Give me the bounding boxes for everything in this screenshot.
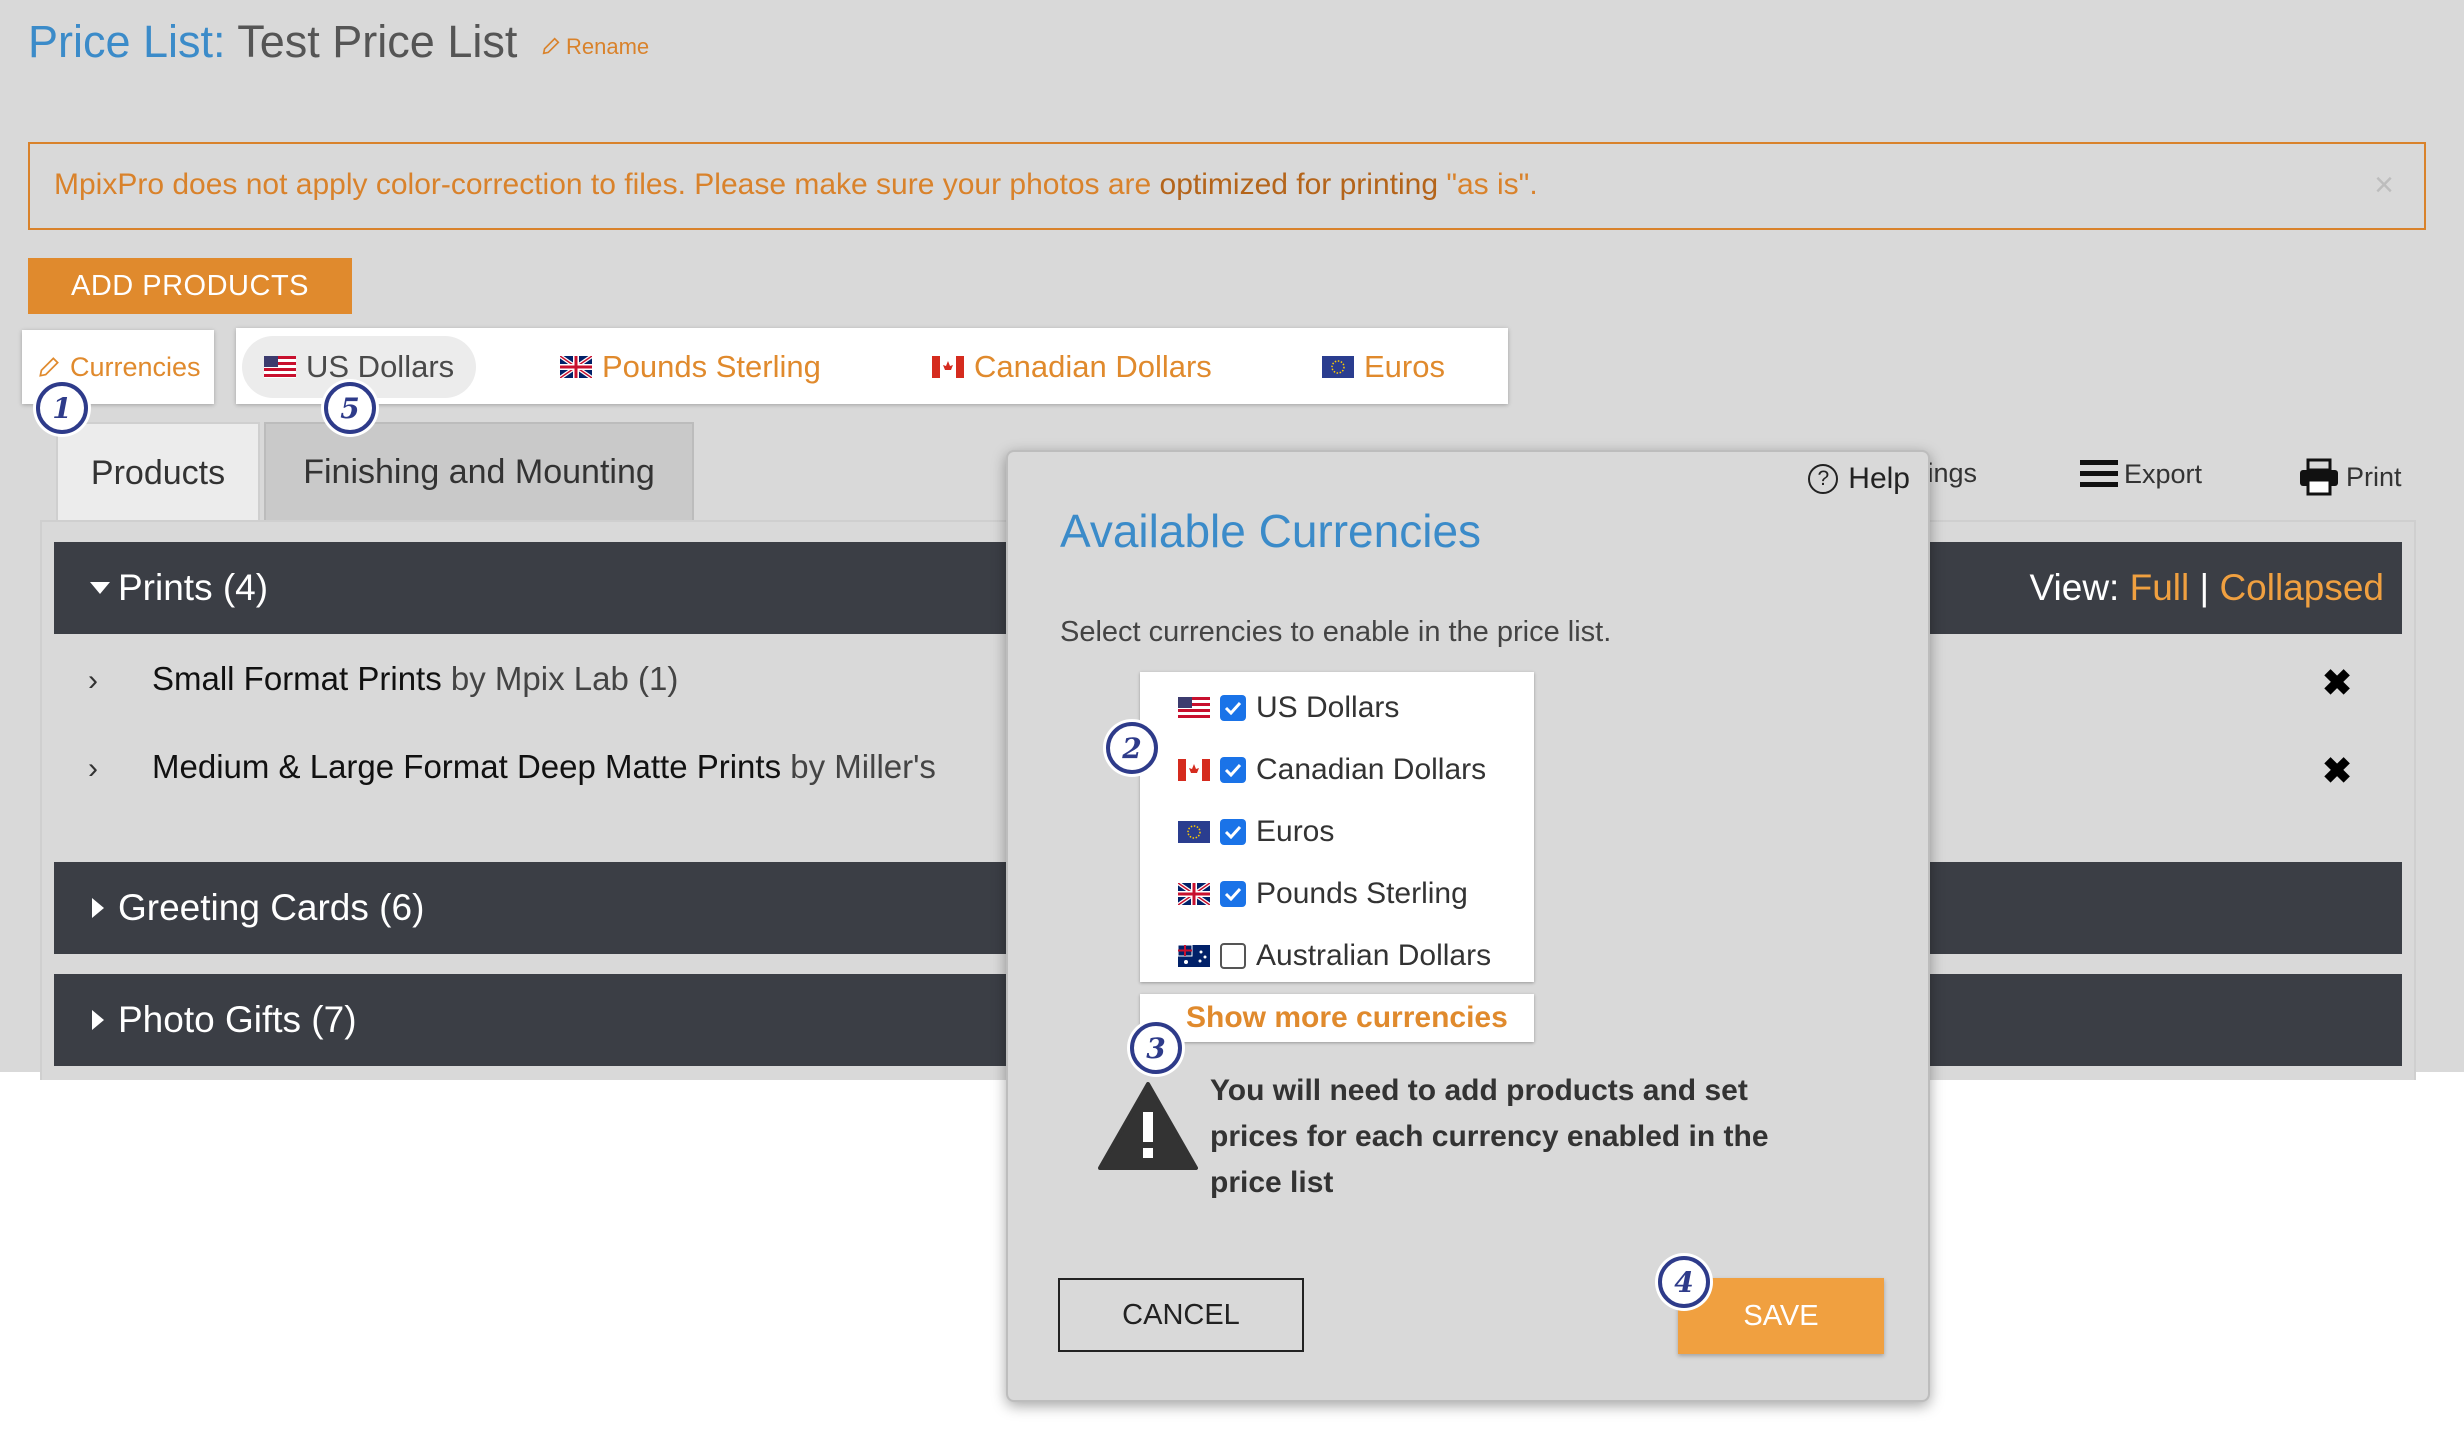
tab-products[interactable]: Products xyxy=(56,422,260,522)
checkbox-checked[interactable] xyxy=(1220,881,1246,907)
title-label: Price List: xyxy=(28,16,226,67)
view-full-link[interactable]: Full xyxy=(2130,567,2190,609)
question-circle-icon: ? xyxy=(1808,464,1839,494)
currency-tab-canadian-dollars[interactable]: Canadian Dollars xyxy=(932,336,1212,398)
help-link[interactable]: ? Help xyxy=(1808,462,1910,496)
us-flag-icon xyxy=(264,356,296,378)
pencil-icon xyxy=(542,37,560,55)
help-label: Help xyxy=(1848,462,1910,495)
ca-flag-icon xyxy=(1178,759,1210,781)
rename-link[interactable]: Rename xyxy=(540,34,649,60)
notice-text-end: "as is". xyxy=(1438,168,1538,201)
category-label: Photo Gifts (7) xyxy=(118,999,357,1040)
checkbox-unchecked[interactable] xyxy=(1220,943,1246,969)
caret-down-icon xyxy=(90,582,110,594)
currency-option-label: Pounds Sterling xyxy=(1256,877,1468,910)
currency-tabs-bar: US Dollars Pounds Sterling Canadian Doll… xyxy=(236,328,1508,404)
available-currencies-dialog: ? Help Available Currencies Select curre… xyxy=(1006,450,1930,1402)
optimized-for-printing-link[interactable]: optimized for printing xyxy=(1160,168,1438,201)
tab-finishing-and-mounting[interactable]: Finishing and Mounting xyxy=(264,422,694,522)
view-toggle: View: Full | Collapsed xyxy=(2030,542,2384,634)
category-label: Greeting Cards (6) xyxy=(118,887,425,928)
step-badge: 4 xyxy=(1658,1256,1710,1308)
us-flag-icon xyxy=(1178,697,1210,719)
currency-tab-label: Canadian Dollars xyxy=(974,349,1212,384)
product-name: Small Format Prints xyxy=(152,660,442,697)
rename-label: Rename xyxy=(566,34,650,59)
warning-icon xyxy=(1098,1082,1198,1170)
currency-option-label: US Dollars xyxy=(1256,691,1400,724)
caret-right-icon xyxy=(92,898,104,918)
view-label: View: xyxy=(2029,567,2120,608)
dialog-subtitle: Select currencies to enable in the price… xyxy=(1060,616,1612,648)
eu-flag-icon xyxy=(1322,356,1354,378)
view-separator: | xyxy=(2199,567,2210,608)
checkbox-checked[interactable] xyxy=(1220,819,1246,845)
caret-right-icon xyxy=(92,1010,104,1030)
price-list-name: Test Price List xyxy=(237,16,518,67)
currency-tab-label: Euros xyxy=(1364,349,1445,384)
cancel-button[interactable]: CANCEL xyxy=(1058,1278,1304,1352)
remove-icon[interactable]: ✖ xyxy=(2322,750,2352,792)
pencil-icon xyxy=(39,357,59,377)
step-badge: 2 xyxy=(1106,722,1158,774)
currency-option-pounds-sterling[interactable]: Pounds Sterling xyxy=(1178,874,1468,914)
notice-text-start: MpixPro does not apply color-correction … xyxy=(54,168,1160,201)
show-more-currencies-link[interactable]: Show more currencies xyxy=(1140,994,1534,1042)
currency-option-label: Canadian Dollars xyxy=(1256,753,1487,786)
product-row[interactable]: › Medium & Large Format Deep Matte Prints… xyxy=(88,748,936,786)
currency-option-australian-dollars[interactable]: Australian Dollars xyxy=(1178,936,1491,976)
print-button[interactable]: Print xyxy=(2298,458,2402,496)
currency-tab-euros[interactable]: Euros xyxy=(1322,336,1445,398)
product-vendor: by Miller's xyxy=(790,748,936,785)
category-label: Prints (4) xyxy=(118,567,269,608)
chevron-right-icon: › xyxy=(88,752,98,785)
eu-flag-icon xyxy=(1178,821,1210,843)
product-name: Medium & Large Format Deep Matte Prints xyxy=(152,748,782,785)
currency-option-us-dollars[interactable]: US Dollars xyxy=(1178,688,1399,728)
warning-text: You will need to add products and set pr… xyxy=(1210,1074,1769,1199)
step-badge: 5 xyxy=(324,382,376,434)
close-icon[interactable]: × xyxy=(2374,166,2394,205)
page-title: Price List: Test Price List xyxy=(28,14,517,70)
currencies-label: Currencies xyxy=(70,351,201,382)
notice-text: MpixPro does not apply color-correction … xyxy=(54,168,1538,202)
currency-option-label: Australian Dollars xyxy=(1256,939,1492,972)
au-flag-icon xyxy=(1178,945,1210,967)
dialog-title: Available Currencies xyxy=(1060,505,1482,557)
checkbox-checked[interactable] xyxy=(1220,757,1246,783)
ca-flag-icon xyxy=(932,356,964,378)
currency-tab-label: US Dollars xyxy=(306,349,455,384)
product-vendor: by Mpix Lab (1) xyxy=(450,660,679,697)
currency-option-label: Euros xyxy=(1256,815,1335,848)
uk-flag-icon xyxy=(1178,883,1210,905)
chevron-right-icon: › xyxy=(88,664,98,697)
color-correction-notice: MpixPro does not apply color-correction … xyxy=(28,142,2426,230)
uk-flag-icon xyxy=(560,356,592,378)
step-badge: 3 xyxy=(1130,1022,1182,1074)
print-label: Print xyxy=(2346,461,2402,492)
menu-lines-icon xyxy=(2080,460,2118,487)
export-button[interactable]: Export xyxy=(2080,458,2202,490)
add-products-button[interactable]: ADD PRODUCTS xyxy=(28,258,352,314)
step-badge: 1 xyxy=(36,382,88,434)
currency-tab-pounds-sterling[interactable]: Pounds Sterling xyxy=(560,336,821,398)
currency-option-euros[interactable]: Euros xyxy=(1178,812,1334,852)
currency-tab-label: Pounds Sterling xyxy=(602,349,821,384)
printer-icon xyxy=(2300,458,2338,496)
currency-checklist: US Dollars Canadian Dollars Euros Pounds… xyxy=(1140,672,1534,982)
product-row[interactable]: › Small Format Prints by Mpix Lab (1) xyxy=(88,660,678,698)
export-label: Export xyxy=(2124,458,2203,489)
currency-option-canadian-dollars[interactable]: Canadian Dollars xyxy=(1178,750,1486,790)
view-collapsed-link[interactable]: Collapsed xyxy=(2219,567,2384,609)
checkbox-checked[interactable] xyxy=(1220,695,1246,721)
remove-icon[interactable]: ✖ xyxy=(2322,662,2352,704)
